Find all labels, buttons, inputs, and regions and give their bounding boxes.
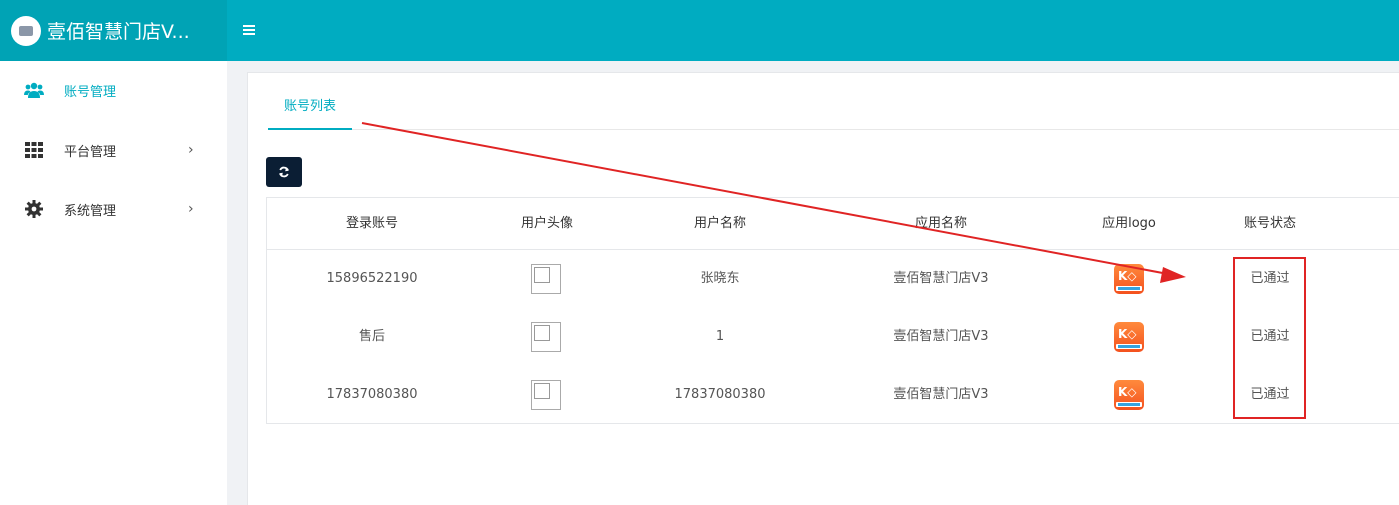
brand[interactable]: 壹佰智慧门店V...: [0, 0, 227, 61]
refresh-button[interactable]: [266, 157, 302, 187]
chevron-right-icon: ›: [188, 201, 194, 217]
column-header-app-name[interactable]: 应用名称: [876, 198, 1006, 250]
login-account-cell: 17837080380: [326, 387, 418, 402]
user-avatar-image: [531, 264, 561, 294]
app-logo-icon: K◇: [1114, 322, 1144, 352]
gear-icon: [24, 199, 44, 219]
column-header-account-status[interactable]: 账号状态: [1205, 198, 1335, 250]
sidebar-item-system-management[interactable]: 系统管理 ›: [0, 180, 227, 238]
app-name-cell: 壹佰智慧门店V3: [893, 271, 989, 286]
status-highlight-box: [1233, 257, 1306, 419]
top-bar: 壹佰智慧门店V...: [0, 0, 1399, 61]
app-logo-icon: K◇: [1114, 264, 1144, 294]
chevron-right-icon: ›: [188, 142, 194, 158]
table-row[interactable]: 15896522190 张晓东 壹佰智慧门店V3 K◇ 已通过: [267, 250, 1399, 308]
sidebar: 账号管理 平台管理 › 系统管理 ›: [0, 61, 227, 505]
app-name-cell: 壹佰智慧门店V3: [893, 387, 989, 402]
app-title: 壹佰智慧门店V...: [47, 21, 190, 43]
column-header-login-account[interactable]: 登录账号: [307, 198, 437, 250]
user-name-cell: 17837080380: [674, 387, 766, 402]
user-name-cell: 张晓东: [700, 271, 740, 286]
sidebar-item-label: 平台管理: [64, 144, 117, 160]
column-header-user-avatar[interactable]: 用户头像: [482, 198, 612, 250]
table-row[interactable]: 17837080380 17837080380 壹佰智慧门店V3 K◇ 已通过: [267, 366, 1399, 424]
grid-icon: [24, 140, 44, 160]
accounts-table: 登录账号 用户头像 用户名称 应用名称 应用logo 账号状态 15896522…: [266, 197, 1399, 424]
refresh-icon: [279, 166, 289, 178]
main-card: 账号列表 登录账号 用户头像 用户名称 应用名称 应用logo 账号状态 158…: [247, 72, 1399, 505]
brand-logo-icon: [11, 15, 41, 46]
column-header-app-logo[interactable]: 应用logo: [1064, 198, 1194, 250]
table-row[interactable]: 售后 1 壹佰智慧门店V3 K◇ 已通过: [267, 308, 1399, 366]
app-name-cell: 壹佰智慧门店V3: [893, 329, 989, 344]
user-avatar-image: [531, 322, 561, 352]
tab-bar: 账号列表: [268, 97, 1399, 130]
tab-account-list[interactable]: 账号列表: [268, 97, 352, 130]
sidebar-item-account-management[interactable]: 账号管理: [0, 61, 227, 119]
user-name-cell: 1: [715, 329, 725, 344]
app-logo-icon: K◇: [1114, 380, 1144, 410]
menu-toggle-icon[interactable]: [243, 21, 259, 39]
user-avatar-image: [531, 380, 561, 410]
login-account-cell: 15896522190: [326, 271, 418, 286]
sidebar-item-platform-management[interactable]: 平台管理 ›: [0, 121, 227, 179]
login-account-cell: 售后: [358, 329, 385, 344]
sidebar-item-label: 账号管理: [64, 84, 117, 100]
table-header: 登录账号 用户头像 用户名称 应用名称 应用logo 账号状态: [267, 198, 1399, 250]
users-icon: [24, 80, 44, 100]
sidebar-item-label: 系统管理: [64, 203, 117, 219]
column-header-user-name[interactable]: 用户名称: [655, 198, 785, 250]
